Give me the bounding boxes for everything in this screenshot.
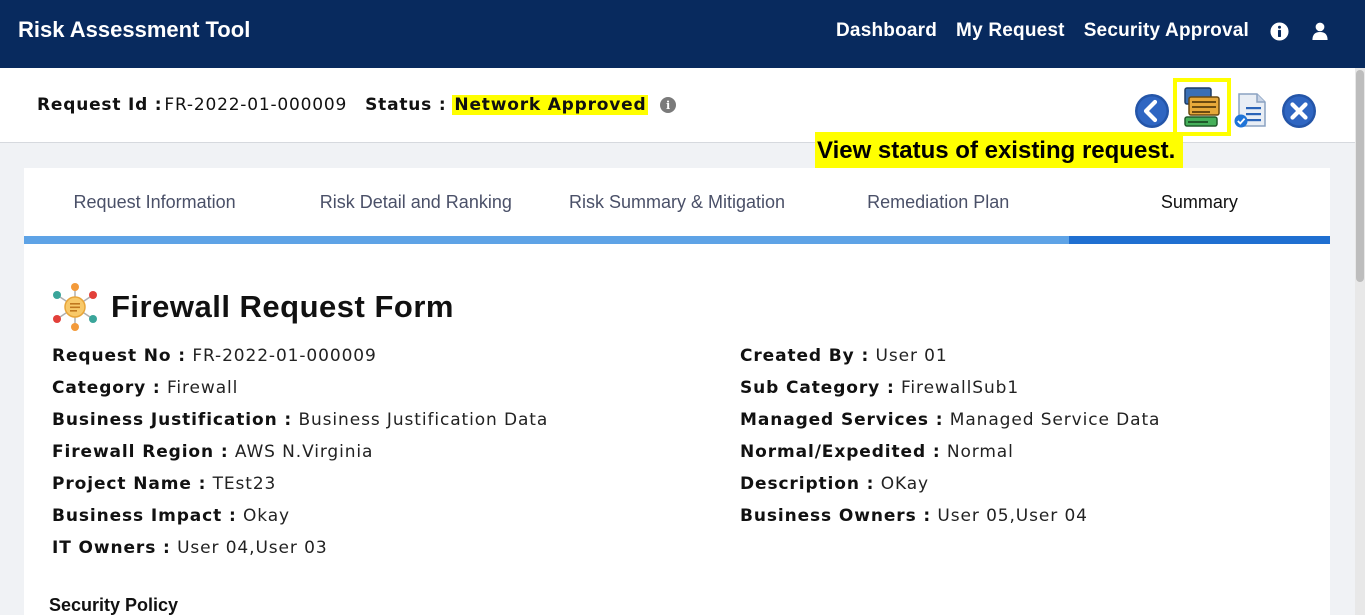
- right-field-list: Created By : User 01 Sub Category : Fire…: [740, 346, 1160, 538]
- field-business-owners: Business Owners : User 05,User 04: [740, 506, 1088, 526]
- field-managed-services: Managed Services : Managed Service Data: [740, 410, 1161, 430]
- tab-request-information[interactable]: Request Information: [24, 168, 285, 236]
- status-info-icon[interactable]: i: [660, 97, 677, 113]
- tab-summary[interactable]: Summary: [1069, 168, 1330, 236]
- document-icon[interactable]: [1233, 92, 1269, 134]
- back-icon[interactable]: [1134, 93, 1170, 133]
- nav-links: Dashboard My Request Security Approval: [817, 20, 1331, 42]
- tab-risk-summary-mitigation[interactable]: Risk Summary & Mitigation: [546, 168, 807, 236]
- view-status-icon[interactable]: [1173, 78, 1231, 136]
- field-created-by: Created By : User 01: [740, 346, 948, 366]
- app-title[interactable]: Risk Assessment Tool: [18, 17, 250, 43]
- scrollbar-thumb[interactable]: [1356, 70, 1364, 282]
- tab-risk-detail-ranking[interactable]: Risk Detail and Ranking: [285, 168, 546, 236]
- field-description: Description : OKay: [740, 474, 929, 494]
- info-icon[interactable]: [1268, 20, 1290, 42]
- tab-progress-bar: [24, 236, 1330, 244]
- tab-active-indicator: [1069, 236, 1330, 244]
- status-label: Status :: [365, 95, 447, 115]
- request-id-value: FR-2022-01-000009: [164, 95, 348, 115]
- nav-security-approval[interactable]: Security Approval: [1084, 20, 1249, 42]
- request-summary: Request Id : FR-2022-01-000009 Status : …: [37, 95, 677, 115]
- request-id-label: Request Id :: [37, 95, 163, 115]
- field-business-impact: Business Impact : Okay: [52, 506, 291, 526]
- form-title: Firewall Request Form: [111, 289, 454, 324]
- close-icon[interactable]: [1281, 93, 1317, 133]
- field-business-justification: Business Justification : Business Justif…: [52, 410, 549, 430]
- top-navbar: Risk Assessment Tool Dashboard My Reques…: [0, 0, 1365, 68]
- status-badge: Network Approved: [452, 95, 649, 115]
- field-project-name: Project Name : TEst23: [52, 474, 277, 494]
- network-icon: [53, 283, 97, 331]
- nav-my-request[interactable]: My Request: [956, 20, 1065, 42]
- field-request-no: Request No : FR-2022-01-000009: [52, 346, 377, 366]
- tab-remediation-plan[interactable]: Remediation Plan: [808, 168, 1069, 236]
- user-icon[interactable]: [1309, 20, 1331, 42]
- field-firewall-region: Firewall Region : AWS N.Virginia: [52, 442, 374, 462]
- nav-dashboard[interactable]: Dashboard: [836, 20, 937, 42]
- left-field-list: Request No : FR-2022-01-000009 Category …: [52, 346, 548, 570]
- form-header: Firewall Request Form: [49, 281, 454, 333]
- page-scrollbar[interactable]: [1355, 68, 1365, 615]
- field-sub-category: Sub Category : FirewallSub1: [740, 378, 1020, 398]
- field-it-owners: IT Owners : User 04,User 03: [52, 538, 328, 558]
- tab-bar: Request Information Risk Detail and Rank…: [24, 168, 1330, 236]
- form-card: Request Information Risk Detail and Rank…: [24, 168, 1330, 615]
- field-normal-expedited: Normal/Expedited : Normal: [740, 442, 1014, 462]
- field-category: Category : Firewall: [52, 378, 239, 398]
- section-security-policy: Security Policy: [49, 595, 179, 615]
